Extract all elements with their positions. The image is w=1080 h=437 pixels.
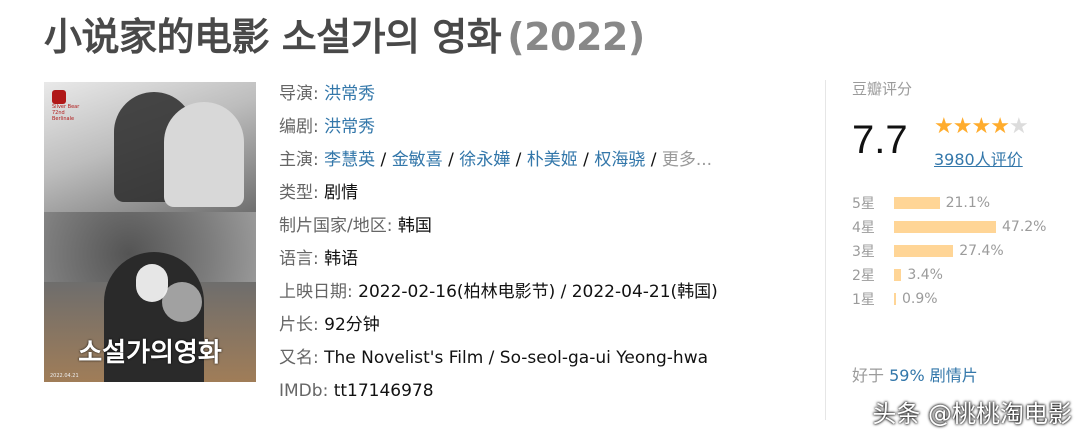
poster-footer: 2022.04.21 [50,373,79,379]
cast-separator: / [375,150,392,170]
country-value: 韩国 [397,216,432,236]
poster-title: 소설가의영화 [78,338,222,368]
rating-count-link[interactable]: 3980人评价 [934,146,1023,170]
festival-logo: Silver Bear 72nd Berlinale [52,90,82,122]
cast-more-link[interactable]: 更多... [662,150,712,170]
star-filled-icon: ★ [971,114,991,139]
rating-dist-label: 5星 [852,196,875,212]
rating-distribution: 5星 21.1% 4星 47.2% 3星 27.4% 2星 3.4% 1星 0.9% [852,191,1072,311]
cast-link[interactable]: 李慧英 [324,150,375,170]
section-divider [825,80,826,420]
imdb-row: IMDb: tt17146978 [279,375,718,408]
rating-dist-row: 3星 27.4% [852,239,1072,263]
poster-top-image: Silver Bear 72nd Berlinale [44,82,256,212]
rating-dist-label: 3星 [852,244,875,260]
star-empty-icon: ★ [1008,114,1029,139]
rating-dist-bar [894,293,896,305]
berlinale-bear-icon [52,90,66,104]
star-filled-icon: ★ [934,114,954,139]
cast-separator: / [645,150,662,170]
poster-flowers [162,282,202,322]
better-than-prefix: 好于 [852,366,885,385]
better-than: 好于 59% 剧情片 [852,362,978,386]
runtime-value: 92分钟 [324,315,380,335]
writer-row: 编剧: 洪常秀 [279,111,718,144]
rating-dist-percent: 27.4% [959,243,1004,259]
rating-dist-label: 1星 [852,292,875,308]
rating-dist-percent: 21.1% [945,195,991,211]
director-row: 导演: 洪常秀 [279,78,718,111]
aka-row: 又名: The Novelist's Film / So-seol-ga-ui … [279,342,718,375]
movie-year: (2022) [507,15,645,59]
rating-dist-bar [894,269,902,281]
cast-row: 主演: 李慧英 / 金敏喜 / 徐永嬅 / 朴美姬 / 权海骁 / 更多... [279,144,718,177]
cast-label: 主演: [279,150,319,170]
country-row: 制片国家/地区: 韩国 [279,210,718,243]
rating-panel: 豆瓣评分 7.7 ★★★★★ 3980人评价 [852,78,1029,169]
cast-link[interactable]: 金敏喜 [392,150,443,170]
release-value: 2022-02-16(柏林电影节) / 2022-04-21(韩国) [358,282,718,302]
rating-dist-percent: 47.2% [1002,219,1047,235]
movie-poster[interactable]: Silver Bear 72nd Berlinale 소설가의영화 2022.0… [44,82,256,382]
rating-dist-percent: 3.4% [907,267,943,283]
rating-header: 豆瓣评分 [852,80,913,98]
cast-link[interactable]: 权海骁 [594,150,645,170]
watermark: 头条 @桃桃淘电影 [872,400,1072,428]
writer-label: 编剧: [279,117,319,137]
imdb-label: IMDb: [279,381,329,401]
rating-dist-row: 5星 21.1% [852,191,1072,215]
writer-link[interactable]: 洪常秀 [324,117,375,137]
director-label: 导演: [279,84,319,104]
release-row: 上映日期: 2022-02-16(柏林电影节) / 2022-04-21(韩国) [279,276,718,309]
cast-link[interactable]: 徐永嬅 [459,150,510,170]
release-label: 上映日期: [279,282,353,302]
rating-stars: ★★★★★ [934,114,1029,139]
runtime-label: 片长: [279,315,319,335]
genre-row: 类型: 剧情 [279,177,718,210]
poster-figure [164,102,244,207]
rating-dist-label: 2星 [852,268,875,284]
star-filled-icon: ★ [990,114,1010,139]
rating-dist-bar [894,245,954,257]
rating-dist-bar [894,221,996,233]
movie-name: 小说家的电影 소설가의 영화 [44,15,502,59]
genre-value: 剧情 [324,183,359,203]
aka-label: 又名: [279,348,319,368]
runtime-row: 片长: 92分钟 [279,309,718,342]
better-than-link[interactable]: 59% 剧情片 [889,366,978,385]
rating-score: 7.7 [852,118,908,162]
rating-dist-percent: 0.9% [902,291,938,307]
rating-dist-row: 2星 3.4% [852,263,1072,287]
aka-value: The Novelist's Film / So-seol-ga-ui Yeon… [324,348,709,368]
movie-info: 导演: 洪常秀 编剧: 洪常秀 主演: 李慧英 / 金敏喜 / 徐永嬅 / 朴美… [279,78,718,408]
cast-separator: / [442,150,460,170]
language-row: 语言: 韩语 [279,243,718,276]
director-link[interactable]: 洪常秀 [324,84,375,104]
rating-dist-label: 4星 [852,220,875,236]
cast-separator: / [510,150,527,170]
language-label: 语言: [279,249,319,269]
rating-dist-row: 1星 0.9% [852,287,1072,311]
rating-dist-bar [894,197,940,209]
language-value: 韩语 [324,249,359,269]
country-label: 制片国家/地区: [279,216,393,236]
cast-separator: / [577,150,595,170]
star-filled-icon: ★ [952,114,973,139]
page-title: 小说家的电影 소설가의 영화 (2022) [44,6,645,61]
imdb-value: tt17146978 [333,381,434,401]
genre-label: 类型: [279,183,319,203]
festival-text: Silver Bear 72nd Berlinale [52,104,80,122]
cast-link[interactable]: 朴美姬 [527,150,578,170]
rating-dist-row: 4星 47.2% [852,215,1072,239]
